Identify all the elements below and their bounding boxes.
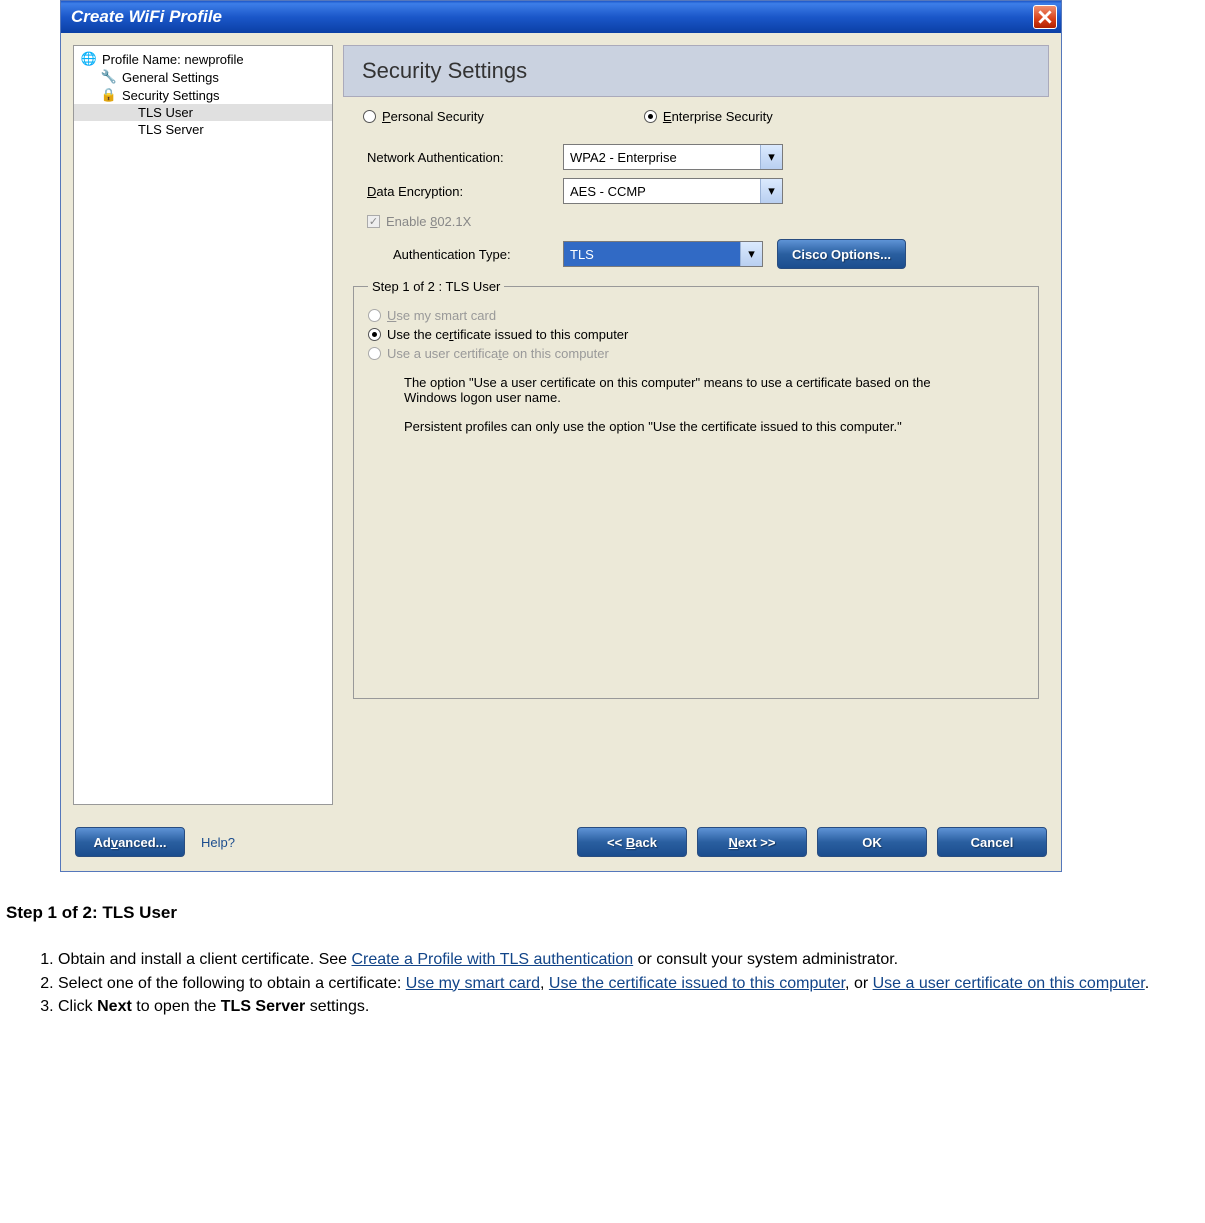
tree-tls-server[interactable]: TLS Server [74,121,332,138]
button-bar: Advanced... Help? << Back Next >> OK Can… [61,817,1061,871]
checkbox-icon: ✓ [367,215,380,228]
info-paragraph: Persistent profiles can only use the opt… [404,419,964,434]
radio-icon [644,110,657,123]
auth-type-combo[interactable]: TLS ▾ [563,241,763,267]
radio-cert-computer[interactable]: Use the certificate issued to this compu… [368,327,1024,342]
close-button[interactable] [1033,5,1057,29]
button-label: << Back [607,835,657,850]
cisco-options-button[interactable]: Cisco Options... [777,239,906,269]
titlebar: Create WiFi Profile [61,1,1061,33]
tree-label: TLS Server [138,122,204,137]
net-auth-combo[interactable]: WPA2 - Enterprise ▾ [563,144,783,170]
enable-8021x-checkbox: ✓ Enable 802.1X [367,214,1039,229]
button-label: OK [862,835,882,850]
help-link[interactable]: Help? [201,835,235,850]
radio-icon [363,110,376,123]
link-create-profile-tls[interactable]: Create a Profile with TLS authentication [352,951,634,968]
back-button[interactable]: << Back [577,827,687,857]
button-label: Next >> [729,835,776,850]
radio-label: Use a user certificate on this computer [387,346,609,361]
tree-security-settings[interactable]: 🔒 Security Settings [74,86,332,104]
button-label: Cancel [971,835,1014,850]
fieldset-legend: Step 1 of 2 : TLS User [368,279,504,294]
doc-step-1: Obtain and install a client certificate.… [58,949,1199,971]
data-enc-label: Data Encryption: [353,184,563,199]
tree-label: Profile Name: newprofile [102,52,244,67]
ok-button[interactable]: OK [817,827,927,857]
tool-icon: 🔧 [100,69,118,85]
info-text: The option "Use a user certificate on th… [404,375,964,434]
doc-section: Step 1 of 2: TLS User Obtain and install… [0,872,1205,1040]
info-paragraph: The option "Use a user certificate on th… [404,375,964,405]
doc-heading: Step 1 of 2: TLS User [6,902,1199,925]
radio-smart-card: Use my smart card [368,308,1024,323]
lock-icon: 🔒 [100,87,118,103]
window-title: Create WiFi Profile [71,7,222,27]
tree-tls-user[interactable]: TLS User [74,104,332,121]
auth-type-label: Authentication Type: [353,247,563,262]
advanced-button[interactable]: Advanced... [75,827,185,857]
combo-value: AES - CCMP [570,184,646,199]
nav-tree: 🌐 Profile Name: newprofile 🔧 General Set… [73,45,333,805]
link-use-smart-card[interactable]: Use my smart card [406,975,540,992]
data-enc-combo[interactable]: AES - CCMP ▾ [563,178,783,204]
button-label: Cisco Options... [792,247,891,262]
tree-label: General Settings [122,70,219,85]
radio-label: nterprise Security [672,109,773,124]
tls-user-fieldset: Step 1 of 2 : TLS User Use my smart card… [353,279,1039,699]
main-panel: Security Settings Personal Security Ente… [343,45,1049,805]
link-cert-user[interactable]: Use a user certificate on this computer [873,975,1145,992]
wifi-profile-dialog: Create WiFi Profile 🌐 Profile Name: newp… [60,0,1062,872]
chevron-down-icon: ▾ [760,179,782,203]
cancel-button[interactable]: Cancel [937,827,1047,857]
link-cert-computer[interactable]: Use the certificate issued to this compu… [549,975,845,992]
checkbox-label: Enable 802.1X [386,214,471,229]
doc-step-3: Click Next to open the TLS Server settin… [58,996,1199,1018]
radio-icon [368,309,381,322]
radio-personal-security[interactable]: Personal Security [363,109,484,124]
radio-cert-user: Use a user certificate on this computer [368,346,1024,361]
radio-label: ersonal Security [391,109,484,124]
next-button[interactable]: Next >> [697,827,807,857]
panel-heading: Security Settings [343,45,1049,97]
radio-label: Use my smart card [387,308,496,323]
chevron-down-icon: ▾ [760,145,782,169]
radio-icon [368,347,381,360]
combo-value: WPA2 - Enterprise [570,150,677,165]
tree-label: TLS User [138,105,193,120]
combo-value: TLS [570,247,594,262]
globe-icon: 🌐 [80,51,98,67]
tree-label: Security Settings [122,88,220,103]
tree-general-settings[interactable]: 🔧 General Settings [74,68,332,86]
doc-step-2: Select one of the following to obtain a … [58,973,1199,995]
button-label: Advanced... [94,835,167,850]
close-icon [1038,10,1052,24]
net-auth-label: Network Authentication: [353,150,563,165]
chevron-down-icon: ▾ [740,242,762,266]
radio-label: Use the certificate issued to this compu… [387,327,628,342]
tree-profile-name[interactable]: 🌐 Profile Name: newprofile [74,50,332,68]
radio-icon [368,328,381,341]
radio-enterprise-security[interactable]: Enterprise Security [644,109,773,124]
